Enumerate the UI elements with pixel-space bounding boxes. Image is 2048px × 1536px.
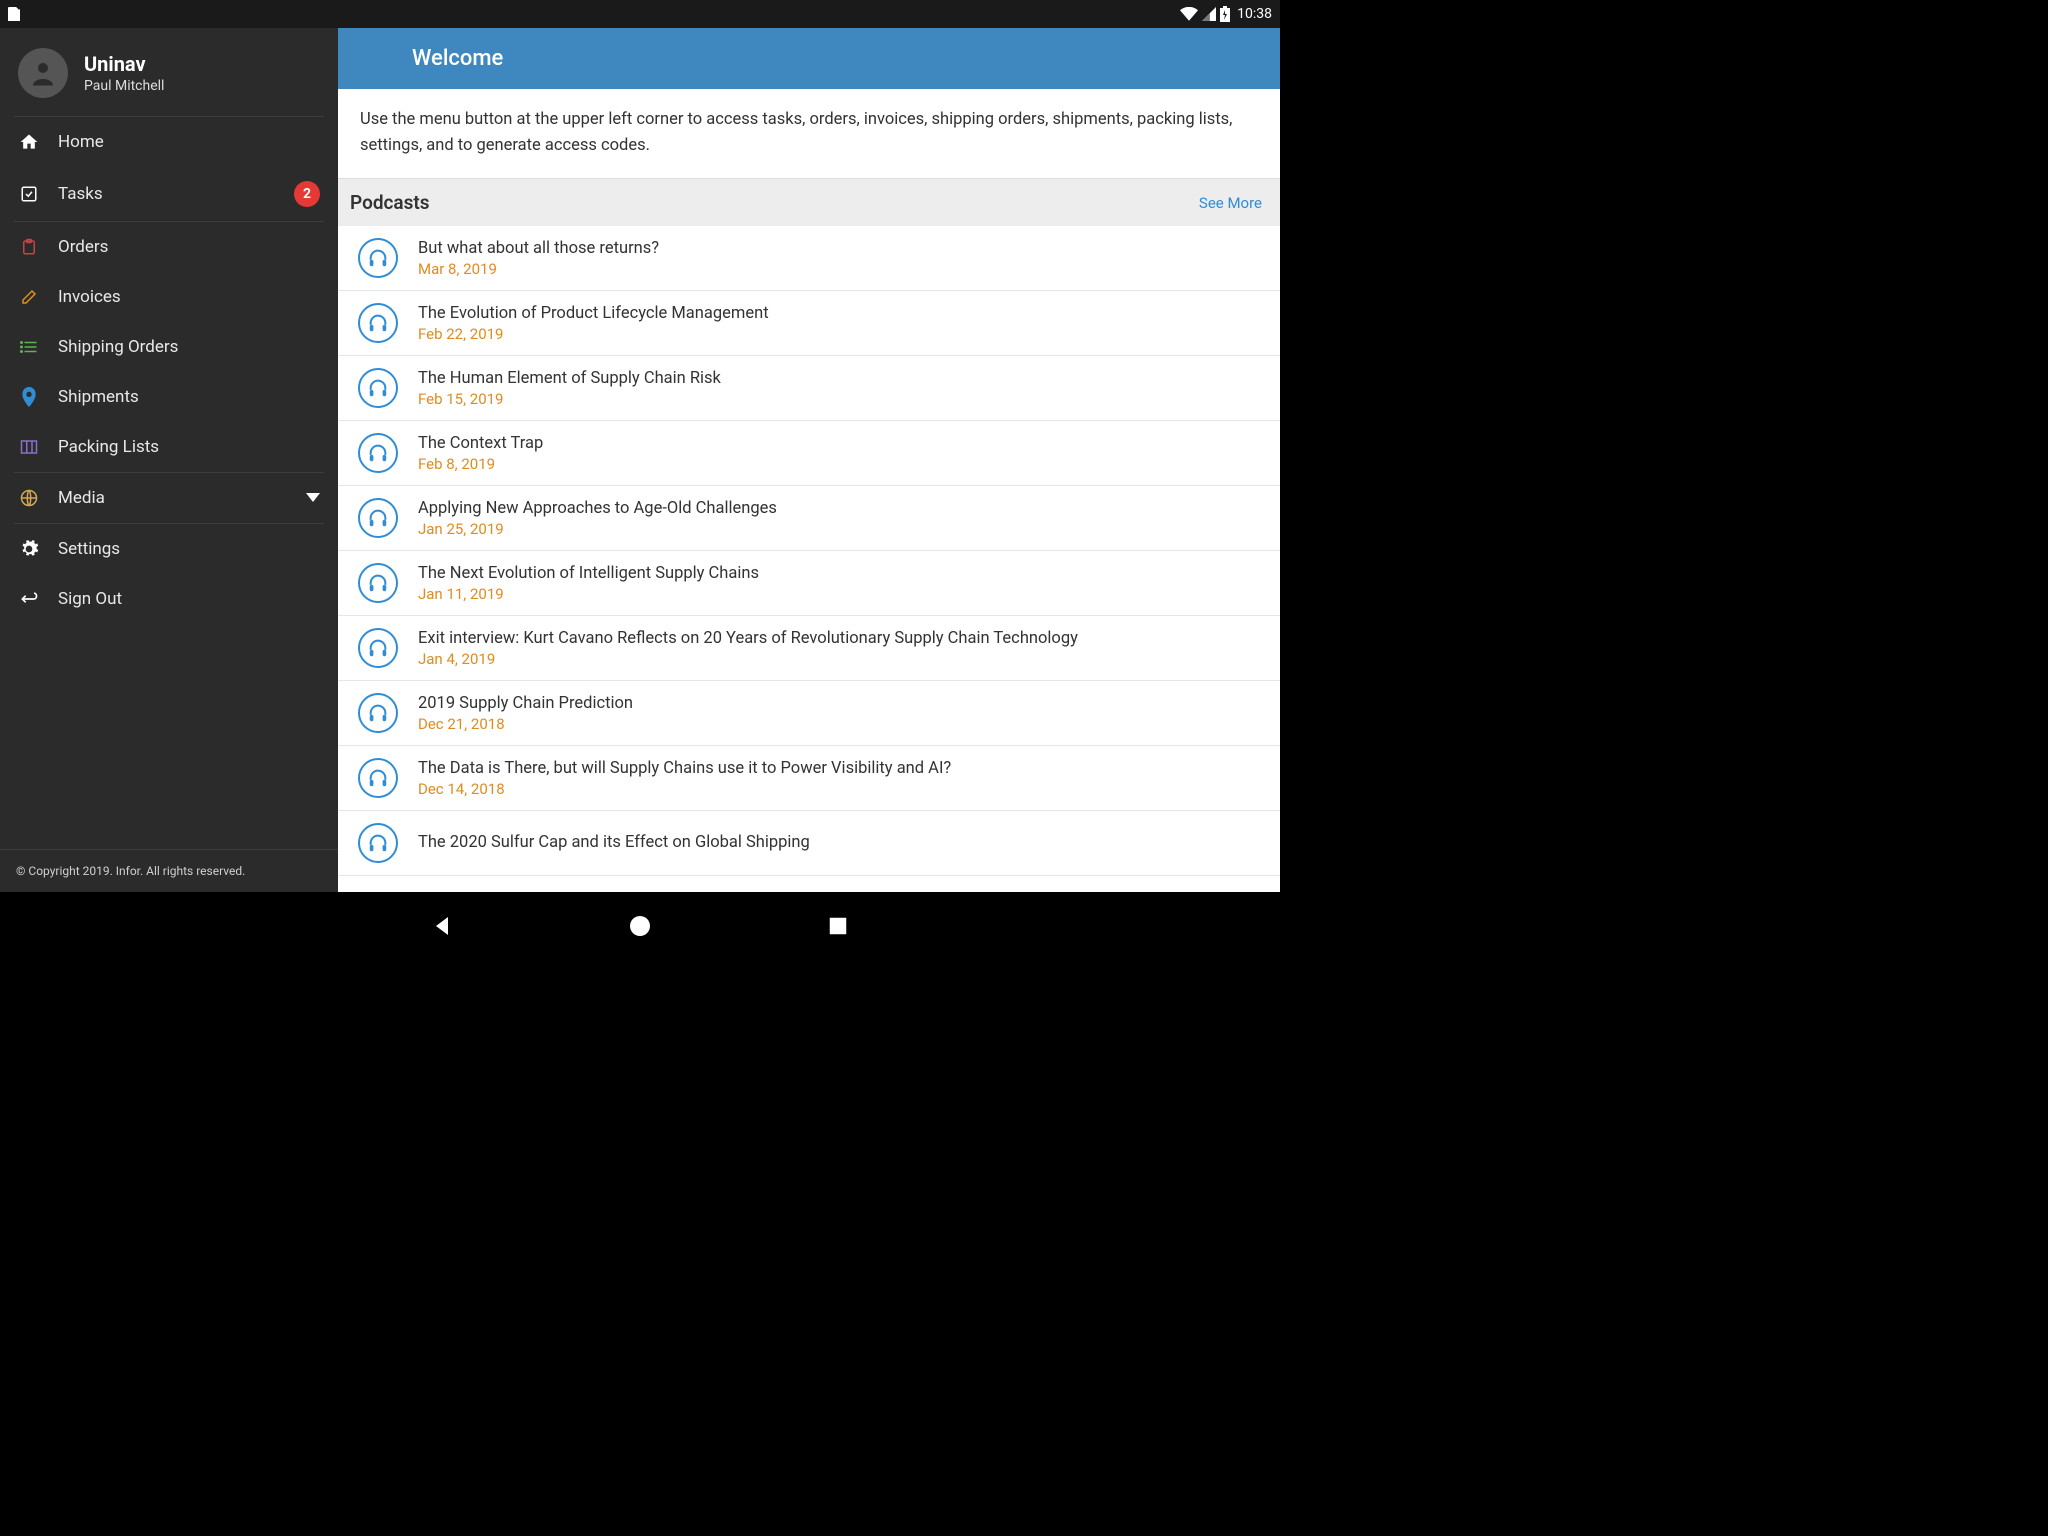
chevron-down-icon <box>306 488 320 508</box>
podcast-title: 2019 Supply Chain Prediction <box>418 694 633 713</box>
podcast-row[interactable]: Applying New Approaches to Age-Old Chall… <box>338 486 1280 551</box>
podcast-date: Dec 21, 2018 <box>418 715 633 733</box>
headphones-icon <box>358 693 398 733</box>
sidebar-item-label: Orders <box>58 237 320 257</box>
sidebar-item-shipments[interactable]: Shipments <box>0 372 338 422</box>
podcast-title: The Data is There, but will Supply Chain… <box>418 759 951 778</box>
podcast-date: Feb 8, 2019 <box>418 455 543 473</box>
sidebar-item-orders[interactable]: Orders <box>0 222 338 272</box>
headphones-icon <box>358 563 398 603</box>
globe-icon <box>18 487 40 509</box>
page-header: Welcome <box>338 28 1280 89</box>
sidebar-item-shipping-orders[interactable]: Shipping Orders <box>0 322 338 372</box>
headphones-icon <box>358 628 398 668</box>
podcast-row[interactable]: The Evolution of Product Lifecycle Manag… <box>338 291 1280 356</box>
podcast-title: Exit interview: Kurt Cavano Reflects on … <box>418 629 1078 648</box>
headphones-icon <box>358 368 398 408</box>
podcast-title: The 2020 Sulfur Cap and its Effect on Gl… <box>418 833 810 852</box>
headphones-icon <box>358 238 398 278</box>
podcast-date: Feb 22, 2019 <box>418 325 769 343</box>
sidebar-item-label: Sign Out <box>58 589 320 609</box>
sidebar-item-label: Invoices <box>58 287 320 307</box>
columns-icon <box>18 436 40 458</box>
home-icon <box>18 131 40 153</box>
status-time: 10:38 <box>1237 6 1272 22</box>
podcast-row[interactable]: The Next Evolution of Intelligent Supply… <box>338 551 1280 616</box>
location-icon <box>18 386 40 408</box>
signal-icon <box>1202 7 1216 21</box>
sidebar-item-signout[interactable]: Sign Out <box>0 574 338 624</box>
podcast-title: The Context Trap <box>418 434 543 453</box>
podcast-row[interactable]: But what about all those returns? Mar 8, … <box>338 226 1280 291</box>
podcast-date: Mar 8, 2019 <box>418 260 659 278</box>
intro-text: Use the menu button at the upper left co… <box>338 89 1280 178</box>
podcast-list[interactable]: But what about all those returns? Mar 8, … <box>338 226 1280 892</box>
tasks-badge: 2 <box>294 181 320 207</box>
gear-icon <box>18 538 40 560</box>
sidebar-item-tasks[interactable]: Tasks 2 <box>0 167 338 221</box>
podcast-row[interactable]: Exit interview: Kurt Cavano Reflects on … <box>338 616 1280 681</box>
person-icon <box>28 58 58 88</box>
sidebar-item-label: Shipments <box>58 387 320 407</box>
edit-icon <box>18 286 40 308</box>
nav-back-button[interactable] <box>428 912 456 940</box>
section-title: Podcasts <box>350 191 430 214</box>
podcast-title: The Evolution of Product Lifecycle Manag… <box>418 304 769 323</box>
copyright-text: © Copyright 2019. Infor. All rights rese… <box>0 849 338 892</box>
sidebar-item-label: Packing Lists <box>58 437 320 457</box>
battery-charging-icon <box>1220 6 1230 22</box>
podcast-row[interactable]: 2019 Supply Chain Prediction Dec 21, 2018 <box>338 681 1280 746</box>
podcast-row[interactable]: The Human Element of Supply Chain Risk Fe… <box>338 356 1280 421</box>
see-more-link[interactable]: See More <box>1199 194 1262 212</box>
headphones-icon <box>358 758 398 798</box>
podcast-date: Feb 15, 2019 <box>418 390 721 408</box>
sidebar-item-home[interactable]: Home <box>0 117 338 167</box>
sidebar-item-label: Home <box>58 132 320 152</box>
nav-home-button[interactable] <box>626 912 654 940</box>
headphones-icon <box>358 433 398 473</box>
headphones-icon <box>358 303 398 343</box>
podcast-title: The Next Evolution of Intelligent Supply… <box>418 564 759 583</box>
sidebar-item-invoices[interactable]: Invoices <box>0 272 338 322</box>
sidebar-item-label: Settings <box>58 539 320 559</box>
avatar <box>18 48 68 98</box>
podcasts-header: Podcasts See More <box>338 178 1280 226</box>
list-icon <box>18 336 40 358</box>
sidebar-item-media[interactable]: Media <box>0 473 338 523</box>
sidebar-item-label: Tasks <box>58 184 294 204</box>
podcast-date: Jan 11, 2019 <box>418 585 759 603</box>
headphones-icon <box>358 823 398 863</box>
podcast-date: Jan 25, 2019 <box>418 520 777 538</box>
app-title: Uninav <box>84 52 164 76</box>
checkbox-icon <box>18 183 40 205</box>
android-navbar <box>0 892 1280 960</box>
podcast-date: Dec 14, 2018 <box>418 780 951 798</box>
nav-recent-button[interactable] <box>824 912 852 940</box>
sidebar: Uninav Paul Mitchell Home Tasks 2 Orders… <box>0 28 338 892</box>
clipboard-icon <box>18 236 40 258</box>
sd-card-icon <box>8 7 20 21</box>
sidebar-item-label: Media <box>58 488 306 508</box>
podcast-title: The Human Element of Supply Chain Risk <box>418 369 721 388</box>
podcast-title: Applying New Approaches to Age-Old Chall… <box>418 499 777 518</box>
headphones-icon <box>358 498 398 538</box>
podcast-row[interactable]: The 2020 Sulfur Cap and its Effect on Gl… <box>338 811 1280 876</box>
podcast-row[interactable]: The Context Trap Feb 8, 2019 <box>338 421 1280 486</box>
podcast-row[interactable]: The Data is There, but will Supply Chain… <box>338 746 1280 811</box>
podcast-title: But what about all those returns? <box>418 239 659 258</box>
podcast-date: Jan 4, 2019 <box>418 650 1078 668</box>
user-name: Paul Mitchell <box>84 78 164 94</box>
status-bar: 10:38 <box>0 0 1280 28</box>
main-content: Welcome Use the menu button at the upper… <box>338 28 1280 892</box>
page-title: Welcome <box>412 46 503 71</box>
sidebar-item-packing-lists[interactable]: Packing Lists <box>0 422 338 472</box>
profile-block: Uninav Paul Mitchell <box>0 28 338 116</box>
sidebar-item-label: Shipping Orders <box>58 337 320 357</box>
wifi-icon <box>1180 7 1198 21</box>
back-icon <box>18 588 40 610</box>
sidebar-item-settings[interactable]: Settings <box>0 524 338 574</box>
